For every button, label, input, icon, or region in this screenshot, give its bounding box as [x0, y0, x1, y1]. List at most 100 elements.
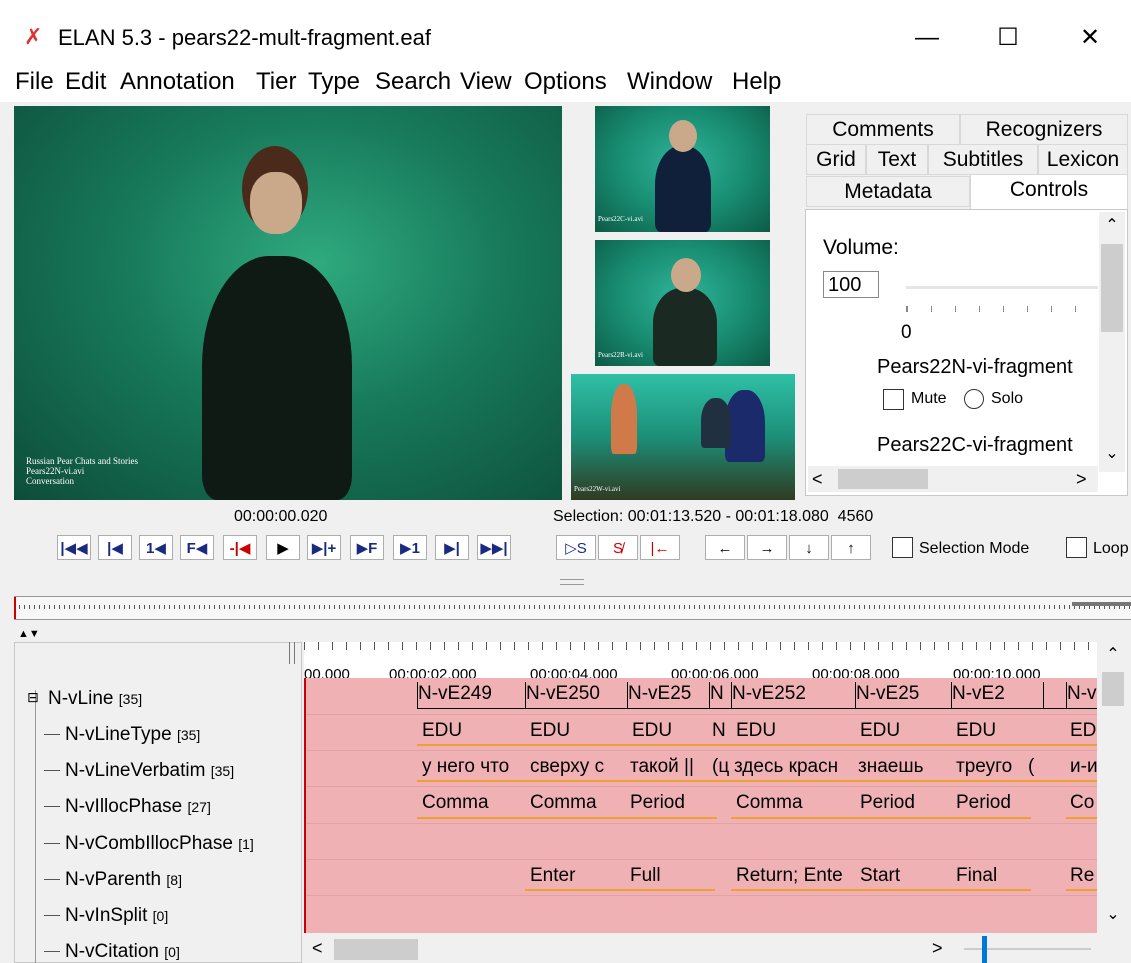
next-frame-button[interactable]: ▶| — [435, 535, 469, 560]
timeline-overview[interactable] — [14, 596, 1131, 620]
annotation-down-button[interactable]: ↓ — [789, 535, 829, 560]
solo-radio[interactable] — [964, 389, 984, 409]
tier-name[interactable]: N-vParenth [8] — [65, 869, 182, 891]
timeline-horizontal-scrollbar[interactable]: < > — [304, 936, 1097, 963]
video-thumbnail-3[interactable]: Pears22W-vi.avi — [571, 374, 795, 500]
annotation-area[interactable]: N-vE249 N-vE250 N-vE25 N N-vE252 N-vE25 … — [304, 678, 1097, 933]
annotation-cell[interactable]: Period — [956, 791, 1026, 817]
annotation-cell[interactable]: Co — [1070, 791, 1097, 817]
menu-view[interactable]: View — [460, 68, 512, 96]
scroll-left-icon[interactable]: < — [312, 938, 323, 959]
loop-checkbox[interactable] — [1066, 537, 1087, 558]
controls-vertical-scrollbar[interactable]: ⌃ ⌄ — [1099, 212, 1125, 472]
tab-comments[interactable]: Comments — [806, 114, 960, 145]
annotation-cell[interactable]: Re — [1070, 864, 1097, 890]
annotation-cell[interactable]: Full — [630, 864, 710, 890]
collapse-arrows-icon[interactable]: ▲▼ — [18, 628, 40, 640]
annotation-cell[interactable]: N-vE25 — [627, 682, 708, 708]
volume-input[interactable]: 100 — [823, 271, 879, 298]
mute-checkbox[interactable] — [883, 389, 904, 410]
annotation-cell[interactable]: Period — [630, 791, 710, 817]
tier-name[interactable]: N-vLineVerbatim [35] — [65, 760, 234, 782]
annotation-cell[interactable]: Enter — [530, 864, 626, 890]
menu-window[interactable]: Window — [627, 68, 712, 96]
scroll-up-icon[interactable]: ⌃ — [1099, 644, 1127, 668]
scroll-right-icon[interactable]: > — [932, 938, 943, 959]
tab-grid[interactable]: Grid — [806, 144, 866, 175]
next-second-button[interactable]: ▶1 — [393, 535, 427, 560]
tier-name[interactable]: N-vIllocPhase [27] — [65, 796, 211, 818]
tab-subtitles[interactable]: Subtitles — [928, 144, 1038, 175]
menu-help[interactable]: Help — [732, 68, 781, 96]
scroll-thumb[interactable] — [838, 469, 928, 489]
menu-type[interactable]: Type — [308, 68, 360, 96]
menu-annotation[interactable]: Annotation — [120, 68, 235, 96]
controls-horizontal-scrollbar[interactable]: < > — [808, 466, 1098, 492]
previous-f-button[interactable]: F◀ — [180, 535, 214, 560]
main-video-player[interactable]: Russian Pear Chats and Stories Pears22N-… — [14, 106, 562, 500]
annotation-cell[interactable] — [1043, 682, 1046, 708]
scroll-down-icon[interactable]: ⌄ — [1099, 904, 1127, 928]
scroll-left-icon[interactable]: < — [812, 466, 823, 492]
tier-expand-icon[interactable]: ⊟ — [27, 689, 39, 706]
scroll-down-icon[interactable]: ⌄ — [1099, 440, 1125, 468]
previous-frame-button[interactable]: |◀ — [98, 535, 132, 560]
tab-lexicon[interactable]: Lexicon — [1038, 144, 1128, 175]
menu-file[interactable]: File — [15, 68, 54, 96]
previous-annotation-button[interactable]: ← — [705, 535, 745, 560]
menu-tier[interactable]: Tier — [256, 68, 296, 96]
scroll-up-icon[interactable]: ⌃ — [1099, 212, 1125, 240]
volume-slider-track[interactable] — [906, 286, 1098, 289]
annotation-up-button[interactable]: ↑ — [831, 535, 871, 560]
scroll-thumb[interactable] — [334, 939, 418, 960]
tier-name[interactable]: N-vInSplit [0] — [65, 905, 168, 927]
scroll-right-icon[interactable]: > — [1076, 466, 1087, 492]
annotation-cell[interactable]: такой || — [630, 755, 710, 781]
annotation-cell[interactable]: ( — [1028, 755, 1044, 781]
tab-recognizers[interactable]: Recognizers — [960, 114, 1128, 145]
selection-mode-checkbox[interactable] — [892, 537, 913, 558]
annotation-cell[interactable]: Comma — [422, 791, 522, 817]
go-to-begin-button[interactable]: |◀◀ — [57, 535, 91, 560]
ruler-handle[interactable] — [289, 642, 295, 664]
annotation-cell[interactable]: EDU — [860, 719, 936, 745]
annotation-cell[interactable]: сверху с — [530, 755, 626, 781]
maximize-button[interactable]: ☐ — [978, 20, 1038, 56]
annotation-cell[interactable]: (ц — [712, 755, 732, 781]
annotation-cell[interactable]: у него что — [422, 755, 524, 781]
next-f-button[interactable]: ▶F — [350, 535, 384, 560]
tier-name[interactable]: N-vCombIllocPhase [1] — [65, 833, 254, 855]
tier-name[interactable]: N-vLine [35] — [48, 688, 142, 710]
annotation-cell[interactable] — [1044, 719, 1048, 745]
annotation-cell[interactable]: N-v — [1066, 682, 1097, 708]
annotation-cell[interactable]: ED — [1070, 719, 1097, 745]
annotation-cell[interactable]: EDU — [736, 719, 854, 745]
annotation-cell[interactable]: EDU — [632, 719, 708, 745]
annotation-cell[interactable]: Comma — [736, 791, 854, 817]
play-selection-button[interactable]: ▷S — [556, 535, 596, 560]
annotation-cell[interactable]: Final — [956, 864, 1026, 890]
go-to-end-button[interactable]: ▶▶| — [477, 535, 511, 560]
annotation-cell[interactable]: N — [712, 719, 728, 745]
close-button[interactable]: ✕ — [1060, 20, 1120, 56]
menu-options[interactable]: Options — [524, 68, 607, 96]
tab-metadata[interactable]: Metadata — [806, 176, 970, 207]
annotation-cell[interactable]: Return; Ente — [736, 864, 854, 890]
scroll-thumb[interactable] — [1102, 672, 1124, 706]
previous-second-button[interactable]: 1◀ — [139, 535, 173, 560]
tier-name[interactable]: N-vLineType [35] — [65, 724, 200, 746]
annotation-cell[interactable]: Comma — [530, 791, 626, 817]
scroll-thumb[interactable] — [1101, 244, 1123, 332]
tab-text[interactable]: Text — [866, 144, 928, 175]
selection-begin-button[interactable]: |← — [640, 535, 680, 560]
timeline-vertical-scrollbar[interactable]: ⌃ ⌄ — [1099, 642, 1127, 934]
play-button[interactable]: ▶ — [266, 535, 300, 560]
zoom-slider-thumb[interactable] — [982, 936, 987, 963]
annotation-cell[interactable]: N-vE252 — [731, 682, 854, 708]
annotation-cell[interactable]: N-vE2 — [951, 682, 1024, 708]
previous-pixel-button[interactable]: -|◀ — [223, 535, 257, 560]
annotation-cell[interactable]: N-vE25 — [855, 682, 936, 708]
minimize-button[interactable]: — — [897, 20, 957, 56]
annotation-cell[interactable]: Period — [860, 791, 936, 817]
video-thumbnail-1[interactable]: Pears22C-vi.avi — [595, 106, 770, 232]
